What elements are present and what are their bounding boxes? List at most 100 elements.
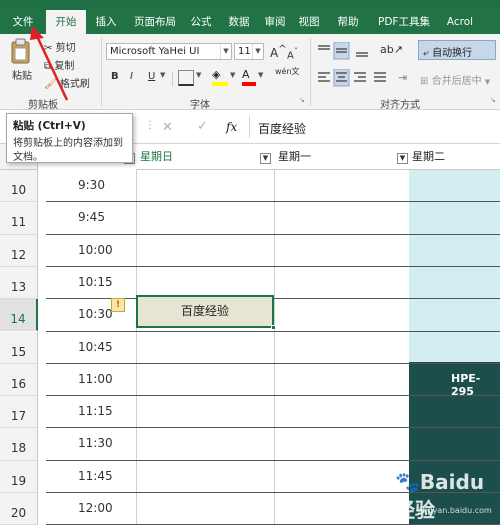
tab-view[interactable]: 视图: [290, 10, 328, 34]
event-title: HPE-295: [451, 372, 481, 398]
selected-cell-text: 百度经验: [180, 304, 229, 318]
row-header[interactable]: 19: [0, 460, 38, 493]
column-header-monday[interactable]: 星期一: [274, 144, 408, 170]
row-header[interactable]: 11: [0, 202, 38, 235]
font-color-button[interactable]: A: [242, 68, 256, 86]
dialog-launcher-icon[interactable]: ↘: [490, 96, 496, 104]
indent-button[interactable]: ⇥: [398, 71, 407, 84]
cancel-icon[interactable]: ✕: [162, 120, 173, 135]
indent-icon: ⇥: [398, 71, 408, 84]
column-header-label: 星期日: [140, 150, 173, 163]
borders-icon[interactable]: [178, 70, 194, 86]
chevron-down-icon: ▼: [220, 44, 231, 59]
row-header[interactable]: 20: [0, 493, 38, 525]
chevron-down-icon: ▼: [252, 44, 263, 59]
baidu-watermark: 🐾Baidu经验: [395, 470, 500, 523]
time-cell[interactable]: 11:00: [78, 372, 113, 386]
font-group-label: 字体: [190, 100, 210, 111]
separator: [249, 116, 250, 138]
grow-font-button[interactable]: A^: [270, 44, 287, 60]
time-cell[interactable]: 9:45: [78, 210, 105, 224]
separator: [172, 72, 173, 86]
time-cell[interactable]: 10:30: [78, 307, 113, 321]
gridline: [274, 170, 275, 525]
font-size-combo[interactable]: 11 ▼: [234, 43, 264, 60]
grow-font-label: A: [270, 46, 279, 60]
time-cell[interactable]: 11:30: [78, 436, 113, 450]
row-border: [46, 362, 500, 364]
paw-icon: 🐾: [395, 470, 420, 494]
chevron-down-icon[interactable]: ▼: [230, 71, 235, 79]
selected-cell[interactable]: 百度经验: [136, 295, 274, 328]
vertical-align-buttons: [316, 41, 376, 60]
text-orientation-button[interactable]: ab↗: [380, 43, 403, 56]
time-cell[interactable]: 11:15: [78, 404, 113, 418]
row-header[interactable]: 14: [0, 299, 38, 332]
paint-bucket-icon: ◈: [212, 68, 221, 81]
phonetic-guide-button[interactable]: wén文: [275, 67, 300, 76]
time-cell[interactable]: 10:45: [78, 340, 113, 354]
chevron-down-icon: ▼: [484, 78, 491, 86]
formula-input[interactable]: 百度经验: [258, 120, 306, 137]
separator: [310, 38, 311, 106]
row-border: [46, 265, 500, 267]
tab-review[interactable]: 审阅: [260, 10, 290, 34]
watermark-url: jingyan.baidu.com: [418, 506, 492, 515]
chevron-down-icon[interactable]: ▼: [258, 71, 263, 79]
tab-pdf-tools[interactable]: PDF工具集: [368, 10, 440, 34]
alignment-group-label: 对齐方式: [380, 100, 420, 111]
tab-help[interactable]: 帮助: [328, 10, 368, 34]
column-header-label: 星期二: [412, 150, 445, 163]
font-color-a-icon: A: [242, 68, 250, 81]
merge-center-button[interactable]: ⊞ 合并后居中 ▼: [420, 72, 490, 87]
tab-formulas[interactable]: 公式: [184, 10, 218, 34]
row-header[interactable]: 10: [0, 170, 38, 203]
chevron-down-icon[interactable]: ▼: [160, 71, 165, 79]
row-header[interactable]: 18: [0, 428, 38, 461]
row-header[interactable]: 12: [0, 234, 38, 267]
shrink-font-button[interactable]: Aˇ: [287, 46, 298, 61]
merge-icon: ⊞: [420, 76, 429, 87]
fill-handle[interactable]: [271, 325, 276, 330]
time-cell[interactable]: 10:00: [78, 243, 113, 257]
row-border: [46, 233, 500, 235]
column-header-sunday[interactable]: 星期日: [136, 144, 274, 170]
horizontal-align-buttons: [316, 68, 396, 87]
wrap-text-button[interactable]: ⤶ 自动换行: [418, 40, 496, 60]
worksheet-grid: ▼ 星期日 ▼ 星期一 ▼ 星期二 HPE-295 109:30119:4512…: [0, 144, 500, 525]
time-cell[interactable]: 12:00: [78, 501, 113, 515]
font-name-value: Microsoft YaHei UI: [110, 46, 200, 57]
shrink-font-label: A: [287, 50, 294, 62]
warning-icon[interactable]: !: [111, 298, 125, 312]
time-cell[interactable]: 11:45: [78, 469, 113, 483]
chevron-down-icon[interactable]: ▼: [196, 71, 201, 79]
tab-acrobat[interactable]: Acrol: [440, 10, 480, 34]
column-header-tuesday[interactable]: 星期二: [408, 144, 500, 170]
enter-icon[interactable]: ✓: [197, 119, 208, 134]
tab-page-layout[interactable]: 页面布局: [126, 10, 184, 34]
orientation-icon: ab↗: [380, 43, 403, 56]
row-header[interactable]: 15: [0, 331, 38, 364]
more-icon: ⋮: [145, 120, 155, 131]
dialog-launcher-icon[interactable]: ↘: [299, 96, 305, 104]
tooltip-description: 将剪贴板上的内容添加到文档。: [13, 138, 123, 163]
time-cell[interactable]: 9:30: [78, 178, 105, 192]
tab-data[interactable]: 数据: [218, 10, 260, 34]
insert-function-button[interactable]: fx: [226, 120, 237, 134]
filter-dropdown-icon[interactable]: ▼: [260, 153, 271, 164]
font-size-value: 11: [238, 46, 251, 57]
font-name-combo[interactable]: Microsoft YaHei UI ▼: [106, 43, 232, 60]
row-header[interactable]: 17: [0, 396, 38, 429]
underline-button[interactable]: U: [148, 71, 155, 82]
wrap-text-label: 自动换行: [432, 48, 473, 59]
italic-button[interactable]: I: [130, 71, 133, 82]
time-cell[interactable]: 10:15: [78, 275, 113, 289]
gridline: [136, 170, 137, 525]
column-header-label: 星期一: [278, 150, 311, 163]
fill-color-button[interactable]: ◈: [212, 68, 228, 86]
row-header[interactable]: 16: [0, 363, 38, 397]
row-header[interactable]: 13: [0, 266, 38, 300]
wrap-text-icon: ⤶: [423, 48, 429, 59]
row-border: [46, 459, 500, 461]
filter-dropdown-icon[interactable]: ▼: [397, 153, 408, 164]
